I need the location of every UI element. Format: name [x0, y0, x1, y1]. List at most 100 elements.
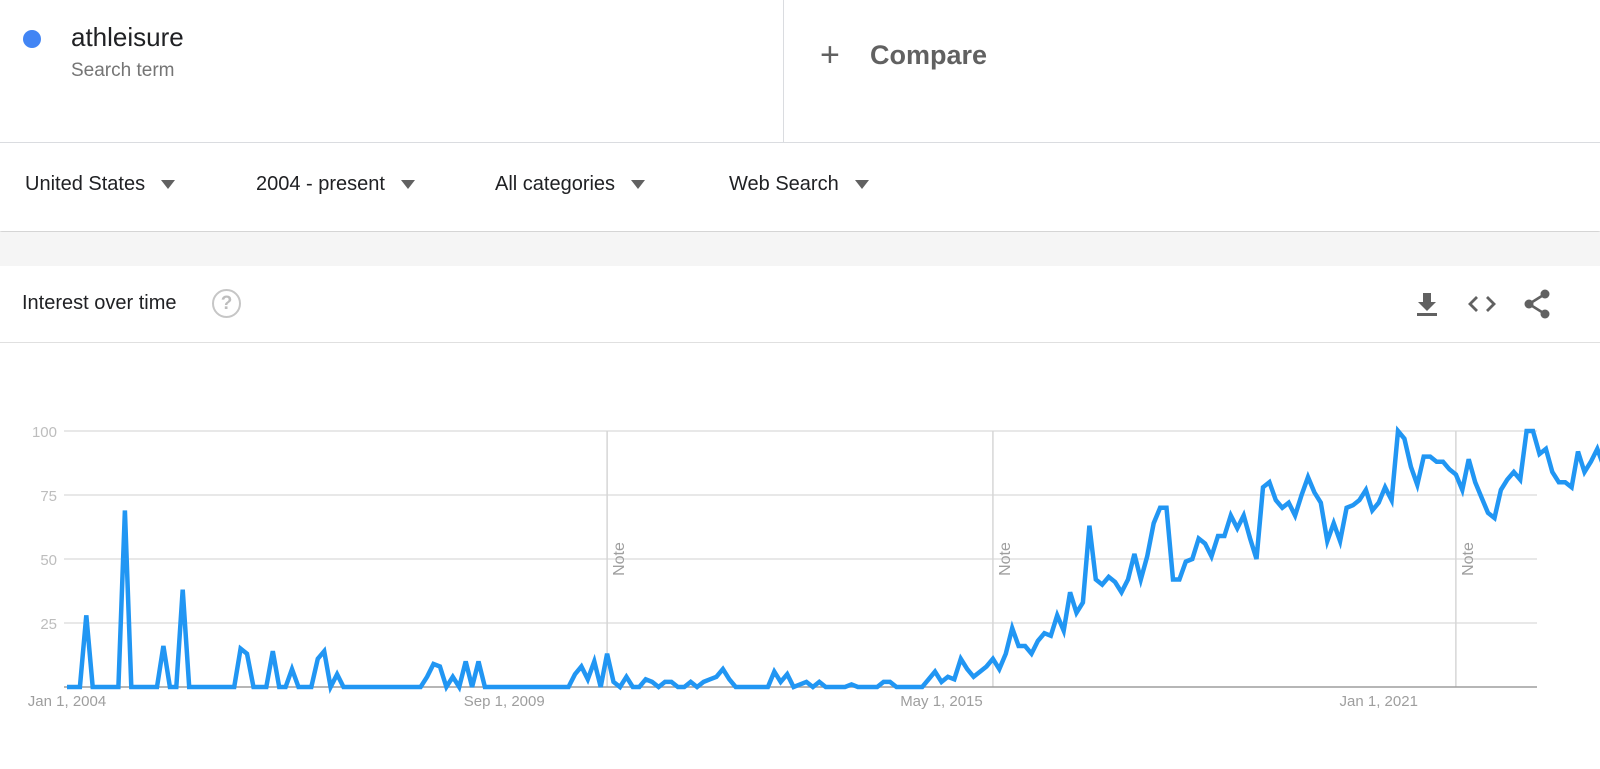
data-point — [688, 679, 694, 685]
share-button[interactable] — [1519, 286, 1555, 322]
data-point — [141, 684, 147, 690]
data-point — [1209, 553, 1215, 559]
section-gap — [0, 232, 1600, 266]
data-point — [1382, 484, 1388, 490]
data-point — [1286, 500, 1292, 506]
data-point — [1138, 577, 1144, 583]
data-point — [919, 684, 925, 690]
search-type-dropdown[interactable]: Web Search — [729, 173, 869, 196]
data-point — [1119, 589, 1125, 595]
data-point — [193, 684, 199, 690]
data-point — [1344, 505, 1350, 511]
data-point — [1492, 515, 1498, 521]
data-point — [456, 684, 462, 690]
data-point — [1170, 577, 1176, 583]
data-point — [360, 684, 366, 690]
note-label: Note — [611, 542, 628, 576]
data-point — [1099, 582, 1105, 588]
data-point — [257, 684, 263, 690]
data-point — [1479, 495, 1485, 501]
data-point — [1356, 497, 1362, 503]
embed-button[interactable] — [1464, 286, 1500, 322]
data-point — [1537, 451, 1543, 457]
data-point — [160, 643, 166, 649]
data-point — [572, 671, 578, 677]
data-point — [1504, 477, 1510, 483]
data-point — [353, 684, 359, 690]
interest-over-time-chart[interactable]: 25 50 75 100 Note Note Note Jan 1, 2004 Sep 1,… — [0, 343, 1600, 769]
data-point — [1517, 477, 1523, 483]
y-tick-label: 100 — [32, 424, 57, 441]
plus-icon: + — [820, 36, 840, 74]
data-point — [476, 658, 482, 664]
data-point — [887, 679, 893, 685]
data-point — [180, 587, 186, 593]
download-button[interactable] — [1409, 286, 1445, 322]
data-point — [758, 684, 764, 690]
data-point — [398, 684, 404, 690]
data-point — [482, 684, 488, 690]
data-point — [366, 684, 372, 690]
data-point — [135, 684, 141, 690]
card-title: Interest over time — [22, 292, 177, 314]
region-dropdown[interactable]: United States — [25, 173, 176, 196]
data-point — [1472, 479, 1478, 485]
data-point — [1279, 505, 1285, 511]
data-point — [1292, 513, 1298, 519]
data-point — [810, 684, 816, 690]
search-term-card[interactable]: athleisure Search term — [0, 0, 784, 142]
data-point — [1080, 600, 1086, 606]
search-term-name[interactable]: athleisure — [71, 22, 184, 53]
series-color-dot — [23, 30, 41, 48]
data-point — [881, 679, 887, 685]
data-point — [1427, 454, 1433, 460]
data-point — [971, 674, 977, 680]
data-point — [553, 684, 559, 690]
region-dropdown-label: United States — [25, 173, 146, 195]
y-tick-label: 50 — [40, 552, 57, 569]
data-point — [598, 684, 604, 690]
data-point — [1549, 469, 1555, 475]
data-point — [1183, 559, 1189, 565]
data-point — [681, 684, 687, 690]
data-point — [270, 648, 276, 654]
data-point — [906, 684, 912, 690]
data-point — [308, 684, 314, 690]
compare-button[interactable]: + Compare — [820, 38, 987, 72]
y-tick-label: 75 — [40, 488, 57, 505]
data-point — [1421, 454, 1427, 460]
data-point — [977, 669, 983, 675]
data-point — [289, 666, 295, 672]
chart-gridlines — [64, 430, 1537, 624]
data-point — [302, 684, 308, 690]
data-point — [945, 674, 951, 680]
data-point — [1131, 551, 1137, 557]
data-point — [1144, 553, 1150, 559]
data-point — [1530, 428, 1536, 434]
data-point — [1003, 651, 1009, 657]
data-point — [469, 684, 475, 690]
data-point — [167, 684, 173, 690]
help-circle-icon[interactable]: ? — [212, 289, 241, 318]
data-point — [1234, 525, 1240, 531]
category-dropdown[interactable]: All categories — [495, 173, 646, 196]
data-point — [746, 684, 752, 690]
data-point — [823, 684, 829, 690]
data-point — [1434, 459, 1440, 465]
data-point — [791, 684, 797, 690]
data-point — [649, 679, 655, 685]
data-point — [103, 684, 109, 690]
data-point — [630, 684, 636, 690]
data-point — [958, 656, 964, 662]
data-point — [913, 684, 919, 690]
data-point — [263, 684, 269, 690]
time-range-dropdown[interactable]: 2004 - present — [256, 173, 415, 196]
data-point — [334, 671, 340, 677]
data-point — [816, 679, 822, 685]
data-point — [1009, 625, 1015, 631]
data-point — [296, 684, 302, 690]
data-point — [836, 684, 842, 690]
data-point — [894, 684, 900, 690]
data-point — [829, 684, 835, 690]
data-point — [244, 651, 250, 657]
